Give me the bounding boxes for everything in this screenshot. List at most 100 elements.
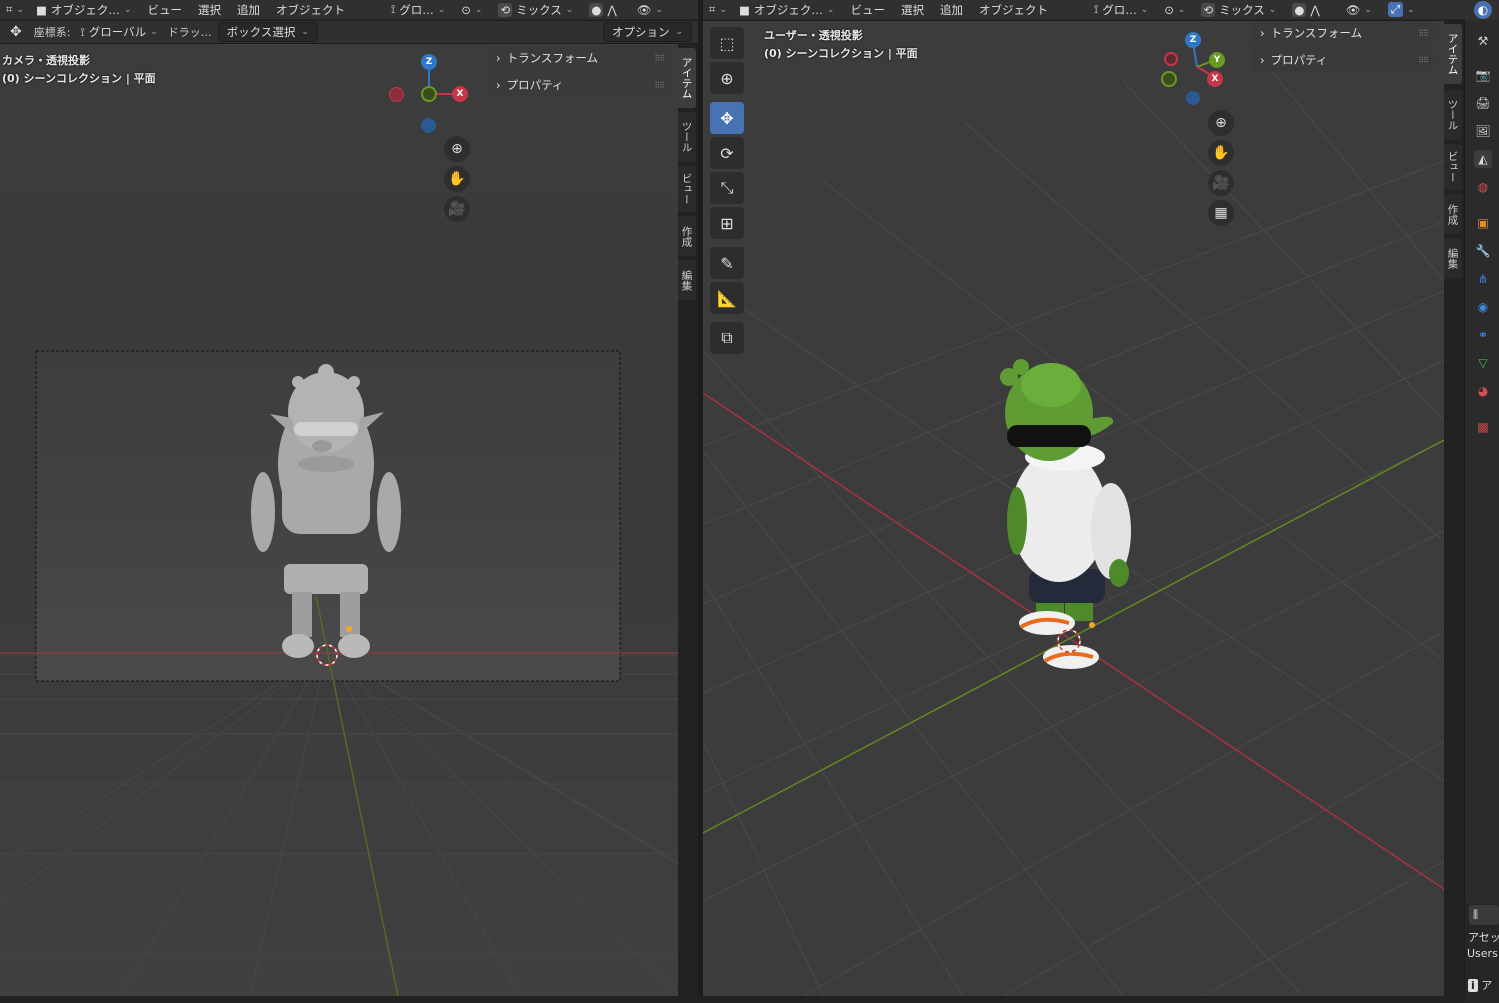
asset-library-button[interactable]: ⫼ (1469, 905, 1499, 925)
right-tab-create[interactable]: 作成 (1444, 194, 1462, 234)
left-menu-view[interactable]: ビュー (143, 2, 186, 18)
drag-label: ドラッ… (167, 26, 212, 39)
left-mode-dropdown[interactable]: ■ オブジェク… ⌄ (32, 0, 135, 20)
left-tab-tool[interactable]: ツール (678, 112, 696, 162)
right-visibility-dropdown[interactable]: 👁 ⌄ (1342, 0, 1376, 20)
left-tab-view[interactable]: ビュー (678, 166, 696, 212)
right-tab-tool[interactable]: ツール (1444, 90, 1462, 140)
properties-editor-type[interactable]: ◐ (1474, 1, 1492, 19)
prop-tab-object[interactable]: ▣ (1474, 214, 1492, 232)
left-zoom-button[interactable]: ⊕ (444, 136, 470, 162)
prop-tab-particles[interactable]: ⋔ (1474, 270, 1492, 288)
coord-system-dropdown[interactable]: ⟟ グローバル ⌄ (76, 22, 161, 42)
right-pan-button[interactable]: ✋ (1208, 140, 1234, 166)
right-tab-edit[interactable]: 編集 (1444, 238, 1462, 278)
gizmo-neg-x-axis[interactable] (1164, 52, 1178, 66)
prop-tab-world[interactable]: ◍ (1474, 178, 1492, 196)
prop-tab-modifier[interactable]: 🔧 (1474, 242, 1492, 260)
editor-type-icon[interactable]: ⌗ ⌄ (709, 2, 727, 17)
right-menu-view[interactable]: ビュー (846, 2, 889, 18)
left-viewport[interactable]: カメラ・透視投影 (0) シーンコレクション | 平面 Z X ⊕ ✋ 🎥 › ト… (0, 44, 678, 996)
left-pan-button[interactable]: ✋ (444, 166, 470, 192)
left-visibility-dropdown[interactable]: 👁 ⌄ (633, 0, 667, 20)
right-perspective-toggle[interactable]: ▦ (1208, 200, 1234, 226)
left-proportional-edit[interactable]: ● ⋀ (585, 0, 620, 20)
prop-tab-output[interactable]: 🖨 (1474, 94, 1492, 112)
right-menu-object[interactable]: オブジェクト (975, 2, 1052, 18)
object-icon: ▣ (1477, 216, 1489, 230)
right-panel-transform[interactable]: › トランスフォーム ⠿⠿ (1252, 21, 1434, 45)
right-viewport-grid (703, 21, 1444, 996)
right-menu-add[interactable]: 追加 (936, 2, 967, 18)
right-camera-button[interactable]: 🎥 (1208, 170, 1234, 196)
prop-tab-data[interactable]: ▽ (1474, 354, 1492, 372)
chevron-right-icon: › (1260, 26, 1265, 40)
gizmo-z-axis[interactable]: Z (421, 54, 437, 70)
left-navigation-gizmo[interactable]: Z X (384, 52, 474, 142)
left-camera-button[interactable]: 🎥 (444, 196, 470, 222)
right-viewport[interactable]: ユーザー・透視投影 (0) シーンコレクション | 平面 ⬚ ⊕ ✥ ⟳ ⤡ ⊞… (703, 21, 1444, 996)
right-tab-item[interactable]: アイテム (1444, 24, 1462, 84)
right-proportional-edit[interactable]: ● ⋀ (1288, 0, 1323, 20)
right-navigation-gizmo[interactable]: Z Y X (1161, 29, 1243, 111)
prop-tab-constraints[interactable]: ⚭ (1474, 326, 1492, 344)
scene-icon: ◭ (1478, 152, 1488, 166)
right-mode-dropdown[interactable]: ■ オブジェク… ⌄ (735, 0, 838, 20)
rotate-tool[interactable]: ⟳ (710, 137, 744, 169)
left-panel-transform[interactable]: › トランスフォーム ⠿⠿ (488, 46, 670, 70)
gizmo-neg-x-axis[interactable] (389, 87, 404, 102)
right-gizmo-toggle[interactable]: ⤢ ⌄ (1384, 0, 1419, 20)
right-zoom-button[interactable]: ⊕ (1208, 110, 1234, 136)
left-menu-object[interactable]: オブジェクト (272, 2, 349, 18)
right-snap-dropdown[interactable]: ⟲ ミックス ⌄ (1197, 0, 1280, 20)
editor-type-icon[interactable]: ⌗ ⌄ (6, 2, 24, 17)
gizmo-x-axis[interactable]: X (1207, 71, 1223, 87)
texture-icon: ▩ (1477, 420, 1489, 434)
add-cube-tool[interactable]: ⧉ (710, 322, 744, 354)
pivot-icon: ⊙ (1164, 2, 1174, 17)
annotate-tool[interactable]: ✎ (710, 247, 744, 279)
prop-tab-physics[interactable]: ◉ (1474, 298, 1492, 316)
right-panel-properties[interactable]: › プロパティ ⠿⠿ (1252, 48, 1434, 72)
transform-tool[interactable]: ⊞ (710, 207, 744, 239)
info-icon: i (1468, 979, 1478, 992)
cursor-tool[interactable]: ⊕ (710, 62, 744, 94)
right-transform-orientation[interactable]: ⟟ グロ… ⌄ (1090, 0, 1152, 20)
left-tab-edit[interactable]: 編集 (678, 260, 696, 300)
prop-tab-scene[interactable]: ◭ (1474, 150, 1492, 168)
asset-browser-corner: ⫼ アセッ Users i ア (1465, 903, 1499, 1003)
proportional-icon: ● (1292, 2, 1307, 17)
select-box-tool[interactable]: ⬚ (710, 27, 744, 59)
gizmo-neg-z-axis[interactable] (421, 118, 436, 133)
right-pivot-dropdown[interactable]: ⊙ ⌄ (1160, 0, 1189, 20)
scale-tool[interactable]: ⤡ (710, 172, 744, 204)
left-pivot-dropdown[interactable]: ⊙ ⌄ (457, 0, 486, 20)
right-tab-view[interactable]: ビュー (1444, 144, 1462, 190)
gizmo-y-axis[interactable] (421, 86, 437, 102)
gizmo-x-axis[interactable]: X (452, 86, 468, 102)
prop-tab-texture[interactable]: ▩ (1474, 418, 1492, 436)
prop-tab-render[interactable]: 📷 (1474, 66, 1492, 84)
prop-tab-view-layer[interactable]: 🖼 (1474, 122, 1492, 140)
output-icon: 🖨 (1475, 96, 1491, 110)
right-overlay-text: ユーザー・透視投影 (0) シーンコレクション | 平面 (764, 27, 918, 63)
measure-tool[interactable]: 📐 (710, 282, 744, 314)
left-tab-item[interactable]: アイテム (678, 48, 696, 108)
gizmo-z-axis[interactable]: Z (1185, 32, 1201, 48)
right-menu-select[interactable]: 選択 (897, 2, 928, 18)
left-tab-create[interactable]: 作成 (678, 216, 696, 256)
left-menu-select[interactable]: 選択 (194, 2, 225, 18)
prop-tab-tool[interactable]: ⚒ (1474, 32, 1492, 50)
gizmo-neg-y-axis[interactable] (1161, 71, 1177, 87)
left-snap-dropdown[interactable]: ⟲ ミックス ⌄ (494, 0, 577, 20)
gizmo-neg-z-axis[interactable] (1186, 91, 1200, 105)
left-menu-add[interactable]: 追加 (233, 2, 264, 18)
move-tool[interactable]: ✥ (710, 102, 744, 134)
options-dropdown[interactable]: オプション ⌄ (602, 22, 692, 42)
gizmo-y-axis[interactable]: Y (1209, 52, 1225, 68)
left-panel-properties[interactable]: › プロパティ ⠿⠿ (488, 73, 670, 97)
left-transform-orientation[interactable]: ⟟ グロ… ⌄ (387, 0, 449, 20)
drag-dropdown[interactable]: ボックス選択 ⌄ (217, 22, 318, 42)
status-bar (0, 996, 1465, 1003)
prop-tab-material[interactable]: ◕ (1474, 382, 1492, 400)
